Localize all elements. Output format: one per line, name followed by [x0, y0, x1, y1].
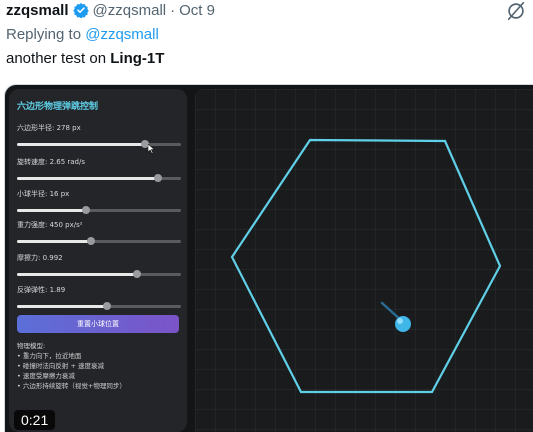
- rotation-speed-slider[interactable]: [17, 173, 181, 183]
- physics-model-info: 物理模型: • 重力向下，拉近地面 • 碰撞时法向反射 + 速度衰减 • 速度受…: [17, 341, 126, 391]
- reply-handle-link[interactable]: @zzqsmall: [85, 26, 159, 43]
- ball-radius-slider[interactable]: [17, 205, 181, 215]
- video-timestamp: 0:21: [14, 410, 56, 430]
- slider-fill: [17, 177, 159, 180]
- separator-dot: ·: [170, 1, 176, 19]
- author-handle[interactable]: @zzqsmall: [93, 2, 167, 19]
- control-restitution: 反弹弹性: 1.89: [17, 285, 181, 311]
- simulation-canvas[interactable]: [195, 89, 533, 432]
- model-title: 物理模型:: [17, 342, 46, 350]
- slider-fill: [17, 240, 91, 243]
- verified-badge-icon: [72, 3, 89, 18]
- slider-thumb[interactable]: [86, 237, 95, 245]
- control-label: 反弹弹性: 1.89: [17, 286, 66, 294]
- replying-to: Replying to @zzqsmall: [6, 26, 159, 43]
- grok-icon[interactable]: [505, 0, 527, 22]
- control-panel: 六边形物理弹跳控制 六边形半径: 278 px 旋转速度: 2.65 rad/s…: [9, 89, 187, 432]
- slider-fill: [17, 305, 108, 308]
- bouncing-ball: [395, 316, 411, 332]
- tweet-text-bold: Ling-1T: [110, 50, 165, 67]
- tweet-header: zzqsmall @zzqsmall · Oct 9: [6, 0, 215, 20]
- control-hexagon-radius: 六边形半径: 278 px: [17, 123, 181, 149]
- model-line: • 碰撞时法向反射 + 速度衰减: [17, 362, 104, 370]
- hexagon-radius-slider[interactable]: [17, 139, 181, 149]
- panel-title: 六边形物理弹跳控制: [17, 102, 99, 112]
- reply-prefix: Replying to: [6, 26, 82, 43]
- tweet-date[interactable]: Oct 9: [179, 2, 215, 19]
- gravity-slider[interactable]: [17, 236, 181, 246]
- slider-thumb[interactable]: [81, 206, 90, 214]
- tweet-text: another test on Ling-1T: [6, 50, 164, 67]
- video-player[interactable]: 六边形物理弹跳控制 六边形半径: 278 px 旋转速度: 2.65 rad/s…: [4, 84, 533, 432]
- control-label: 旋转速度: 2.65 rad/s: [17, 158, 86, 166]
- model-line: • 速度受摩擦力衰减: [17, 372, 75, 380]
- hexagon-scene: [230, 138, 502, 394]
- control-label: 摩擦力: 0.992: [17, 254, 63, 262]
- control-label: 六边形半径: 278 px: [17, 124, 81, 132]
- author-name[interactable]: zzqsmall: [6, 2, 69, 19]
- model-line: • 六边形持续旋转（视觉+物理同步）: [17, 382, 126, 390]
- slider-thumb[interactable]: [103, 302, 112, 310]
- slider-fill: [17, 209, 86, 212]
- control-ball-radius: 小球半径: 16 px: [17, 189, 181, 215]
- slider-fill: [17, 143, 145, 146]
- slider-fill: [17, 273, 137, 276]
- model-line: • 重力向下，拉近地面: [17, 352, 82, 360]
- restitution-slider[interactable]: [17, 301, 181, 311]
- control-gravity: 重力强度: 450 px/s²: [17, 220, 181, 246]
- mouse-cursor-icon: [148, 144, 156, 154]
- control-label: 重力强度: 450 px/s²: [17, 221, 83, 229]
- slider-thumb[interactable]: [132, 270, 141, 278]
- friction-slider[interactable]: [17, 269, 181, 279]
- control-label: 小球半径: 16 px: [17, 190, 70, 198]
- control-friction: 摩擦力: 0.992: [17, 253, 181, 279]
- reset-ball-button[interactable]: 重置小球位置: [17, 315, 179, 333]
- control-rotation-speed: 旋转速度: 2.65 rad/s: [17, 157, 181, 183]
- tweet-text-prefix: another test on: [6, 50, 107, 67]
- rotating-hexagon: [230, 138, 502, 394]
- slider-thumb[interactable]: [154, 174, 163, 182]
- ball-highlight: [397, 318, 403, 324]
